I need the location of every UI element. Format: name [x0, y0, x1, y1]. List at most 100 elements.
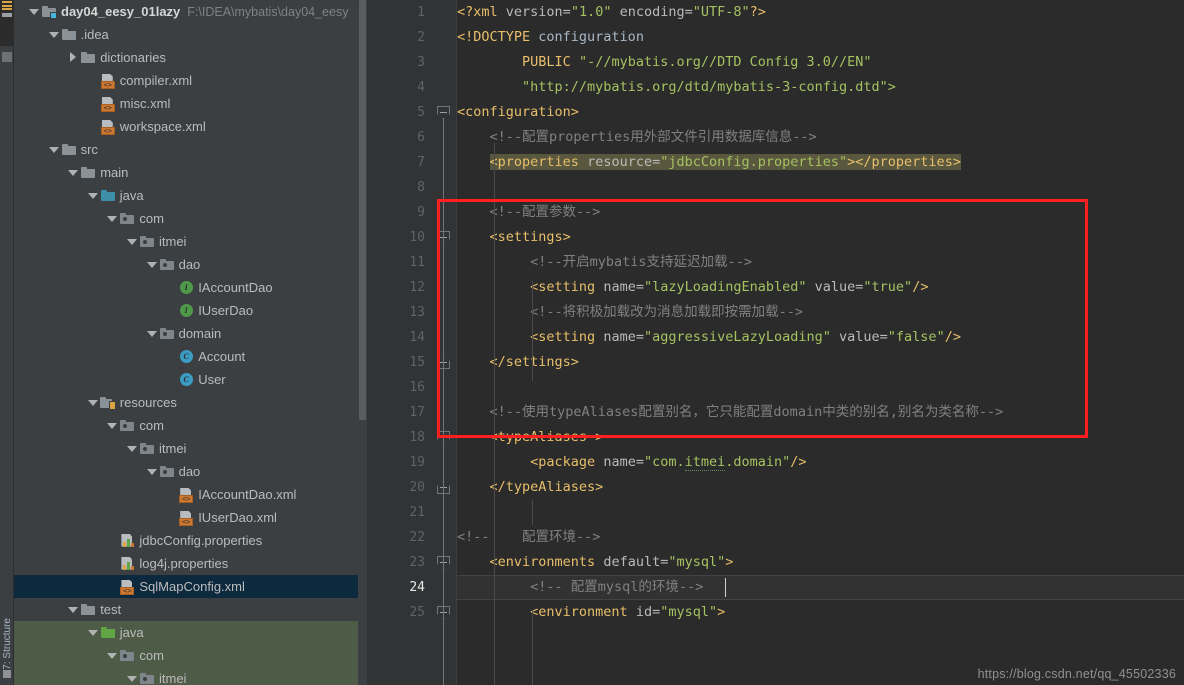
tree-item-iaccountdao[interactable]: I IAccountDao	[14, 276, 367, 299]
code-line[interactable]: <typeAliases >	[457, 425, 1184, 450]
code-line[interactable]: "http://mybatis.org/dtd/mybatis-3-config…	[457, 75, 1184, 100]
tree-item-label: misc.xml	[119, 96, 171, 111]
code-editor[interactable]: <?xml version="1.0" encoding="UTF-8"?> <!…	[367, 0, 1184, 685]
tree-item-java[interactable]: java	[14, 621, 367, 644]
tree-item-dao[interactable]: dao	[14, 460, 367, 483]
tree-scrollbar[interactable]	[358, 0, 367, 685]
code-line[interactable]: <package name="com.itmei.domain"/>	[457, 450, 1184, 475]
code-line[interactable]: <!--配置参数-->	[457, 200, 1184, 225]
tree-item-account[interactable]: C Account	[14, 345, 367, 368]
tree-item-resources[interactable]: resources	[14, 391, 367, 414]
tree-item-iuserdao-xml[interactable]: <> IUserDao.xml	[14, 506, 367, 529]
code-line[interactable]: <!--使用typeAliases配置别名，它只能配置domain中类的别名,别…	[457, 400, 1184, 425]
xml-file-icon: <>	[100, 96, 116, 112]
tree-item-com[interactable]: com	[14, 644, 367, 667]
code-line[interactable]: <?xml version="1.0" encoding="UTF-8"?>	[457, 0, 1184, 25]
tree-item-misc-xml[interactable]: <> misc.xml	[14, 92, 367, 115]
tree-scrollbar-thumb[interactable]	[359, 0, 366, 420]
token-cmt: <!-- 配置环境-->	[457, 529, 601, 545]
code-line[interactable]: <!--将积极加载改为消息加载即按需加载-->	[457, 300, 1184, 325]
chevron-down-icon[interactable]	[48, 144, 59, 155]
chevron-down-icon[interactable]	[67, 604, 79, 615]
tree-item-src[interactable]: src	[14, 138, 367, 161]
code-line[interactable]: <setting name="lazyLoadingEnabled" value…	[457, 275, 1184, 300]
editor-fold-column[interactable]	[435, 0, 457, 685]
code-line[interactable]: <!--开启mybatis支持延迟加载-->	[457, 250, 1184, 275]
code-line[interactable]: PUBLIC "-//mybatis.org//DTD Config 3.0//…	[457, 50, 1184, 75]
tree-item-day04-eesy-01lazy[interactable]: day04_eesy_01lazy F:\IDEA\mybatis\day04_e…	[14, 0, 367, 23]
chevron-down-icon[interactable]	[87, 627, 98, 638]
terminal-icon[interactable]	[3, 670, 11, 678]
line-number: 7	[417, 155, 425, 170]
token-val: "http://mybatis.org/dtd/mybatis-3-config…	[522, 79, 896, 95]
tree-item-iaccountdao-xml[interactable]: <> IAccountDao.xml	[14, 483, 367, 506]
tree-item-iuserdao[interactable]: I IUserDao	[14, 299, 367, 322]
code-line[interactable]: <configuration>	[457, 100, 1184, 125]
tree-item-java[interactable]: java	[14, 184, 367, 207]
chevron-down-icon[interactable]	[106, 420, 118, 431]
chevron-down-icon[interactable]	[48, 29, 59, 40]
chevron-down-icon[interactable]	[126, 673, 137, 684]
code-line[interactable]: <environment id="mysql">	[457, 600, 1184, 625]
package-icon	[159, 257, 175, 273]
tree-item-workspace-xml[interactable]: <> workspace.xml	[14, 115, 367, 138]
chevron-down-icon[interactable]	[106, 213, 118, 224]
code-line[interactable]: <setting name="aggressiveLazyLoading" va…	[457, 325, 1184, 350]
chevron-down-icon[interactable]	[146, 259, 157, 270]
test-source-folder-icon	[100, 625, 116, 641]
tree-item-user[interactable]: C User	[14, 368, 367, 391]
package-icon	[159, 464, 175, 480]
token-tag: <setting	[530, 329, 604, 345]
chevron-down-icon[interactable]	[87, 397, 98, 408]
tree-item-sqlmapconfig-xml[interactable]: <> SqlMapConfig.xml	[14, 575, 367, 598]
chevron-right-icon[interactable]	[67, 52, 78, 63]
structure-tool-button[interactable]: 7: Structure	[2, 614, 13, 670]
chevron-down-icon[interactable]	[87, 190, 98, 201]
code-line[interactable]: <!-- 配置mysql的环境-->	[457, 575, 1184, 600]
tree-item-log4j-properties[interactable]: log4j.properties	[14, 552, 367, 575]
code-line[interactable]: <!DOCTYPE configuration	[457, 25, 1184, 50]
structure-toggle-icon[interactable]	[2, 52, 12, 62]
package-icon	[139, 234, 155, 250]
code-line[interactable]: </settings>	[457, 350, 1184, 375]
chevron-down-icon[interactable]	[146, 328, 157, 339]
code-line[interactable]: <settings>	[457, 225, 1184, 250]
favorites-icon[interactable]	[2, 13, 12, 17]
chevron-down-icon[interactable]	[28, 6, 39, 17]
tree-item-com[interactable]: com	[14, 207, 367, 230]
code-line[interactable]: <!-- 配置环境-->	[457, 525, 1184, 550]
tree-item-dictionaries[interactable]: dictionaries	[14, 46, 367, 69]
code-line[interactable]: <environments default="mysql">	[457, 550, 1184, 575]
tree-item-domain[interactable]: domain	[14, 322, 367, 345]
project-tree[interactable]: day04_eesy_01lazy F:\IDEA\mybatis\day04_e…	[14, 0, 367, 685]
editor-code-area[interactable]: <?xml version="1.0" encoding="UTF-8"?> <!…	[457, 0, 1184, 685]
token-val: .domain"	[725, 454, 791, 470]
code-line[interactable]: <properties resource="jdbcConfig.propert…	[457, 150, 1184, 175]
tree-item--idea[interactable]: .idea	[14, 23, 367, 46]
tree-item-itmei[interactable]: itmei	[14, 437, 367, 460]
code-line[interactable]	[457, 175, 1184, 200]
code-line[interactable]: </typeAliases>	[457, 475, 1184, 500]
tree-item-itmei[interactable]: itmei	[14, 230, 367, 253]
code-line[interactable]	[457, 375, 1184, 400]
tree-item-compiler-xml[interactable]: <> compiler.xml	[14, 69, 367, 92]
code-line[interactable]: <!--配置properties用外部文件引用数据库信息-->	[457, 125, 1184, 150]
chevron-down-icon[interactable]	[146, 466, 157, 477]
line-number: 24	[409, 580, 425, 595]
chevron-down-icon[interactable]	[126, 236, 137, 247]
tree-item-label: resources	[119, 395, 177, 410]
code-line[interactable]	[457, 500, 1184, 525]
project-icon[interactable]	[2, 1, 12, 10]
chevron-down-icon[interactable]	[67, 167, 79, 178]
tree-item-main[interactable]: main	[14, 161, 367, 184]
project-tool-window[interactable]: day04_eesy_01lazy F:\IDEA\mybatis\day04_e…	[14, 0, 367, 685]
token-attr: value=	[830, 329, 888, 345]
chevron-down-icon[interactable]	[126, 443, 137, 454]
chevron-down-icon[interactable]	[106, 650, 118, 661]
tree-item-itmei[interactable]: itmei	[14, 667, 367, 685]
token-tag: <package	[530, 454, 604, 470]
tree-item-test[interactable]: test	[14, 598, 367, 621]
tree-item-jdbcconfig-properties[interactable]: jdbcConfig.properties	[14, 529, 367, 552]
tree-item-dao[interactable]: dao	[14, 253, 367, 276]
tree-item-com[interactable]: com	[14, 414, 367, 437]
